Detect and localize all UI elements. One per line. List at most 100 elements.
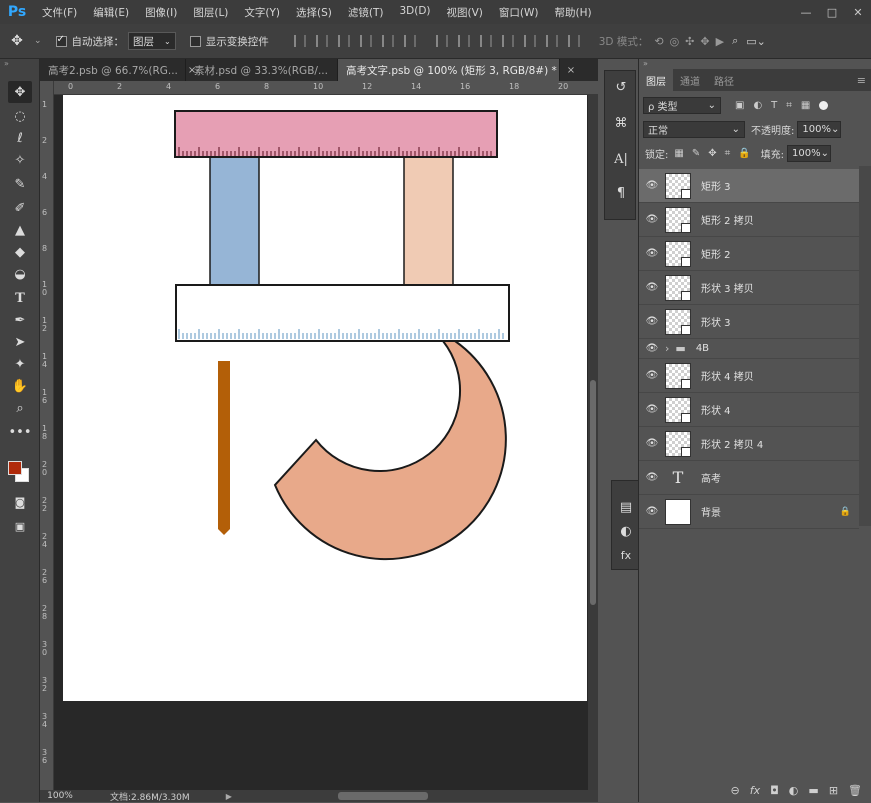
layer-row[interactable]: 👁 › ▬ 4B [639,339,859,359]
canvas-area[interactable] [54,95,588,790]
mask-icon[interactable]: ◘ [770,784,779,797]
styles-icon[interactable]: fx [616,545,636,565]
opacity-input[interactable]: 100% ⌄ [797,121,842,138]
layer-row[interactable]: 👁 形状 4 [639,393,859,427]
horizontal-scroll-thumb[interactable] [338,792,428,800]
adjustments-icon[interactable]: ◐ [616,521,636,541]
screen-mode-icon[interactable]: ▣ [8,515,32,537]
quick-mask-icon[interactable]: ◙ [8,491,32,513]
menu-item[interactable]: 选择(S) [288,5,340,20]
visibility-eye-icon[interactable]: 👁 [639,248,665,259]
visibility-eye-icon[interactable]: 👁 [639,282,665,293]
visibility-eye-icon[interactable]: 👁 [639,438,665,449]
menu-item[interactable]: 窗口(W) [491,5,547,20]
distribute-right-icon[interactable] [545,35,558,47]
pen-tool-icon[interactable]: ✒ [8,309,32,331]
blend-mode-dropdown[interactable]: 正常 ⌄ [643,121,745,138]
auto-select-dropdown[interactable]: 图层 ⌄ [128,32,176,50]
zoom-tool-icon[interactable]: ⌕ [8,397,32,419]
distribute-hcenter-icon[interactable] [523,35,536,47]
close-icon[interactable]: × [567,65,575,76]
tab-gaokao-text[interactable]: 高考文字.psb @ 100% (矩形 3, RGB/8#) * × [338,59,575,81]
layer-row[interactable]: 👁 形状 2 拷贝 4 [639,427,859,461]
collapse-icon[interactable]: » [4,59,9,68]
more-tools-icon[interactable]: ••• [8,421,32,443]
paragraph-icon[interactable]: ¶ [611,183,631,203]
tab-gaokao2[interactable]: 高考2.psb @ 66.7%(RG... × [40,59,196,81]
layer-row[interactable]: 👁 形状 3 [639,305,859,339]
distribute-top-icon[interactable] [435,35,448,47]
minimize-button[interactable]: — [793,6,819,19]
path-select-icon[interactable]: ➤ [8,331,32,353]
brush-settings-icon[interactable]: ⌘ [611,113,631,133]
folder-icon[interactable]: ▬ [808,784,818,797]
distribute-bottom-icon[interactable] [479,35,492,47]
fill-input[interactable]: 100% ⌄ [787,145,832,162]
menu-item[interactable]: 编辑(E) [85,5,137,20]
menu-item[interactable]: 帮助(H) [547,5,600,20]
distribute-left-icon[interactable] [501,35,514,47]
zoom-level[interactable]: 100% [40,791,80,801]
menu-item[interactable]: 图像(I) [137,5,185,20]
align-bottom-icon[interactable] [337,35,350,47]
close-button[interactable]: ✕ [845,6,871,19]
menu-item[interactable]: 文件(F) [34,5,85,20]
search-icon[interactable]: ⌕ [732,34,738,48]
lock-icons[interactable]: ▦✎✥⌗🔒 [674,148,758,159]
visibility-eye-icon[interactable]: 👁 [639,316,665,327]
tab-paths[interactable]: 路径 [707,69,741,91]
align-vcenter-icon[interactable] [315,35,328,47]
filter-icons[interactable]: ▣◐T⌗▦ [735,100,819,111]
3d-tools-icons[interactable]: ⟲◎✣✥▶ [654,35,730,48]
paint-bucket-icon[interactable]: ◒ [8,263,32,285]
panel-menu-icon[interactable]: ≡ [857,74,871,87]
eyedropper-icon[interactable]: ✎ [8,173,32,195]
fx-icon[interactable]: fx [750,784,760,797]
magic-wand-icon[interactable]: ✧ [8,149,32,171]
visibility-eye-icon[interactable]: 👁 [639,506,665,517]
visibility-eye-icon[interactable]: 👁 [639,343,665,354]
document-info[interactable]: 文档:2.86M/3.30M [110,790,190,803]
history-icon[interactable]: ↺ [611,77,631,97]
brush-tool-icon[interactable]: ✐ [8,197,32,219]
tab-layers[interactable]: 图层 [639,69,673,91]
new-layer-icon[interactable]: ⊞ [829,784,838,797]
align-left-icon[interactable] [359,35,372,47]
hand-tool-icon[interactable]: ✋ [8,375,32,397]
align-hcenter-icon[interactable] [381,35,394,47]
lasso-tool-icon[interactable]: ℓ [8,127,32,149]
properties-icon[interactable]: ▤ [616,497,636,517]
workspace-icon[interactable]: ▭⌄ [746,35,766,48]
layer-row[interactable]: 👁 矩形 2 [639,237,859,271]
layer-row[interactable]: 👁 形状 4 拷贝 [639,359,859,393]
visibility-eye-icon[interactable]: 👁 [639,214,665,225]
distribute-vcenter-icon[interactable] [457,35,470,47]
chevron-down-icon[interactable]: ⌄ [34,36,42,46]
trash-icon[interactable]: 🗑 [848,784,862,797]
menu-item[interactable]: 图层(L) [185,5,236,20]
visibility-eye-icon[interactable]: 👁 [639,472,665,483]
align-top-icon[interactable] [293,35,306,47]
tab-sucai[interactable]: 素材.psd @ 33.3%(RGB/...× [186,59,346,81]
eraser-tool-icon[interactable]: ◆ [8,241,32,263]
stamp-tool-icon[interactable]: ▲ [8,219,32,241]
foreground-color-swatch-top[interactable] [8,461,22,475]
menu-item[interactable]: 3D(D) [391,5,438,20]
layer-row[interactable]: 👁 矩形 3 [639,169,859,203]
layer-row[interactable]: 👁 T 高考 [639,461,859,495]
visibility-eye-icon[interactable]: 👁 [639,180,665,191]
expand-chevron-icon[interactable]: › [665,342,669,355]
vertical-scroll-thumb[interactable] [590,380,596,605]
visibility-eye-icon[interactable]: 👁 [639,404,665,415]
layers-scrollbar[interactable] [859,166,871,526]
menu-item[interactable]: 文字(Y) [236,5,288,20]
type-tool-icon[interactable]: T [8,287,32,309]
document-canvas[interactable] [63,95,587,701]
adjustment-icon[interactable]: ◐ [789,784,799,797]
shape-tool-icon[interactable]: ✦ [8,353,32,375]
filter-toggle-icon[interactable] [819,101,829,110]
align-right-icon[interactable] [403,35,416,47]
maximize-button[interactable]: □ [819,6,845,19]
layer-row[interactable]: 👁 矩形 2 拷贝 [639,203,859,237]
show-transform-checkbox[interactable] [189,35,201,47]
